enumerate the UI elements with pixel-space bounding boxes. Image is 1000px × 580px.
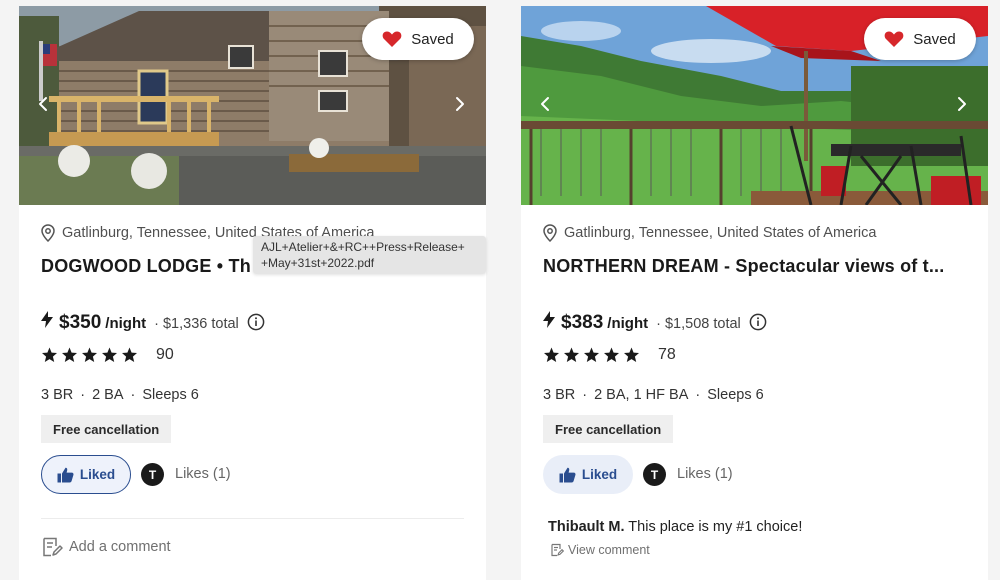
bathrooms: 2 BA <box>92 387 124 403</box>
bedrooms: 3 BR <box>543 387 576 403</box>
free-cancellation-badge: Free cancellation <box>41 415 172 443</box>
comment: Thibault M. This place is my #1 choice! <box>548 519 802 535</box>
comment-author: Thibault M. <box>548 519 625 535</box>
previous-photo-button[interactable] <box>537 94 553 114</box>
sleeps: Sleeps 6 <box>707 387 764 403</box>
location-text: Gatlinburg, Tennessee, United States of … <box>564 225 877 241</box>
star-icon <box>544 347 559 362</box>
thumbs-up-icon <box>559 467 576 482</box>
bathrooms: 2 BA, 1 HF BA <box>594 387 689 403</box>
likes-count[interactable]: Likes (1) <box>175 466 231 482</box>
listing-photo[interactable]: Saved <box>521 6 988 205</box>
listing-card-dogwood-lodge[interactable]: Saved Gatlinburg, Tennessee, United Stat… <box>19 6 486 580</box>
liked-button[interactable]: Liked <box>543 455 633 494</box>
saved-label: Saved <box>913 30 956 48</box>
view-comment-label: View comment <box>568 543 650 557</box>
comment-text: This place is my #1 choice! <box>628 519 803 535</box>
price-row: $383 /night · $1,508 total <box>543 310 767 334</box>
sleeps: Sleeps 6 <box>142 387 199 403</box>
liked-label: Liked <box>581 467 618 482</box>
star-icon <box>62 347 77 362</box>
info-icon[interactable] <box>749 313 767 331</box>
listing-photo[interactable]: Saved <box>19 6 486 205</box>
map-pin-icon <box>41 224 55 242</box>
nightly-price: $383 <box>561 312 604 333</box>
next-photo-button[interactable] <box>452 94 468 114</box>
star-rating <box>41 347 138 363</box>
saved-button[interactable]: Saved <box>362 18 474 60</box>
thumbs-up-icon <box>57 467 74 482</box>
add-comment-button[interactable]: Add a comment <box>41 536 171 558</box>
per-night-label: /night <box>105 315 147 332</box>
lightning-icon <box>41 311 53 328</box>
star-icon <box>102 347 117 362</box>
avatar[interactable]: T <box>141 463 164 486</box>
heart-icon <box>884 31 904 47</box>
star-icon <box>624 347 639 362</box>
price-row: $350 /night · $1,336 total <box>41 310 265 334</box>
bedrooms: 3 BR <box>41 387 74 403</box>
lightning-icon <box>543 311 555 328</box>
review-count[interactable]: 90 <box>156 346 174 364</box>
rating-row: 78 <box>543 346 676 364</box>
star-icon <box>564 347 579 362</box>
likes-count[interactable]: Likes (1) <box>677 466 733 482</box>
liked-label: Liked <box>79 467 116 482</box>
previous-photo-button[interactable] <box>35 94 51 114</box>
listing-location: Gatlinburg, Tennessee, United States of … <box>543 224 876 242</box>
total-price: · $1,508 total <box>656 316 741 332</box>
chevron-left-icon <box>39 97 47 111</box>
star-rating <box>543 347 640 363</box>
star-icon <box>604 347 619 362</box>
total-price: · $1,336 total <box>154 316 239 332</box>
listing-specs: 3 BR · 2 BA · Sleeps 6 <box>41 387 199 403</box>
rating-row: 90 <box>41 346 174 364</box>
review-count[interactable]: 78 <box>658 346 676 364</box>
heart-icon <box>382 31 402 47</box>
saved-label: Saved <box>411 30 454 48</box>
per-night-label: /night <box>607 315 649 332</box>
liked-button[interactable]: Liked <box>41 455 131 494</box>
next-photo-button[interactable] <box>954 94 970 114</box>
nightly-price: $350 <box>59 312 102 333</box>
add-comment-label: Add a comment <box>69 539 171 555</box>
free-cancellation-badge: Free cancellation <box>543 415 674 443</box>
listing-card-northern-dream[interactable]: Saved Gatlinburg, Tennessee, United Stat… <box>521 6 988 580</box>
info-icon[interactable] <box>247 313 265 331</box>
avatar[interactable]: T <box>643 463 666 486</box>
listing-title[interactable]: NORTHERN DREAM - Spectacular views of t.… <box>543 256 973 277</box>
star-icon <box>42 347 57 362</box>
comment-icon <box>551 543 564 557</box>
chevron-left-icon <box>541 97 549 111</box>
view-comment-link[interactable]: View comment <box>550 543 650 557</box>
divider <box>41 518 464 519</box>
star-icon <box>82 347 97 362</box>
comment-edit-icon <box>43 537 63 557</box>
map-pin-icon <box>543 224 557 242</box>
file-name-tooltip: AJL+Atelier+&+RC++Press+Release+ +May+31… <box>253 236 486 274</box>
listing-specs: 3 BR · 2 BA, 1 HF BA · Sleeps 6 <box>543 387 764 403</box>
chevron-right-icon <box>958 97 966 111</box>
saved-button[interactable]: Saved <box>864 18 976 60</box>
star-icon <box>584 347 599 362</box>
chevron-right-icon <box>456 97 464 111</box>
star-icon <box>122 347 137 362</box>
